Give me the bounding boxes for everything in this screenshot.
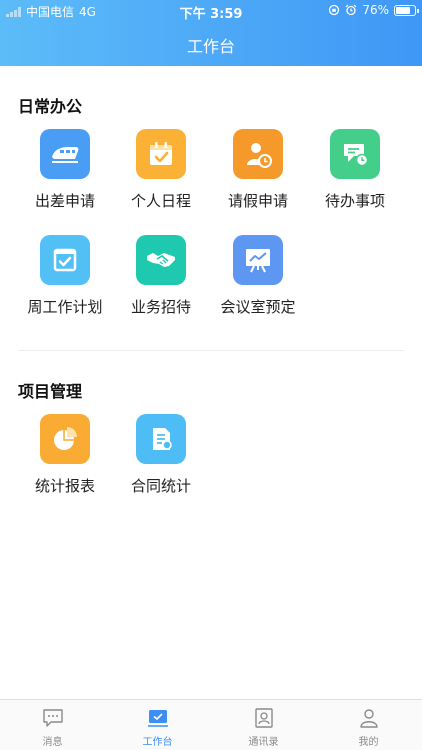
grid-item-label: 业务招待 — [130, 298, 191, 316]
handshake-icon — [136, 235, 186, 285]
profile-icon — [357, 707, 381, 729]
alarm-icon — [345, 4, 357, 16]
note-clock-icon — [330, 129, 380, 179]
check-box-icon — [40, 235, 90, 285]
tab-label: 我的 — [358, 737, 379, 748]
message-icon — [41, 707, 65, 729]
grid-item-personal-schedule[interactable]: 个人日程 — [111, 129, 211, 219]
tab-contacts[interactable]: 通讯录 — [211, 700, 316, 750]
person-clock-icon — [233, 129, 283, 179]
grid-item-business-trip[interactable]: 出差申请 — [15, 129, 115, 219]
battery-percent: 76% — [362, 3, 389, 17]
grid-item-label: 周工作计划 — [27, 298, 103, 316]
calendar-check-icon — [136, 129, 186, 179]
section-title-project-management: 项目管理 — [18, 382, 83, 401]
pie-chart-icon — [40, 414, 90, 464]
grid-item-weekly-plan[interactable]: 周工作计划 — [15, 235, 115, 325]
page-title: 工作台 — [186, 37, 235, 56]
presentation-board-icon — [233, 235, 283, 285]
workbench-icon — [146, 707, 170, 729]
orientation-lock-icon — [329, 4, 340, 16]
document-icon — [136, 414, 186, 464]
grid-item-leave-request[interactable]: 请假申请 — [208, 129, 308, 219]
battery-icon — [394, 4, 419, 16]
tab-messages[interactable]: 消息 — [0, 700, 105, 750]
grid-item-business-reception[interactable]: 业务招待 — [111, 235, 211, 325]
tab-label: 消息 — [42, 737, 63, 748]
section-divider — [18, 350, 404, 351]
grid-item-label: 请假申请 — [227, 192, 288, 210]
tab-label: 工作台 — [142, 737, 173, 748]
section-title-daily-office: 日常办公 — [18, 97, 83, 116]
grid-item-todo[interactable]: 待办事项 — [305, 129, 405, 219]
grid-item-label: 个人日程 — [130, 192, 191, 210]
contacts-icon — [252, 707, 276, 729]
grid-item-contract-statistics[interactable]: 合同统计 — [111, 414, 211, 504]
train-icon — [40, 129, 90, 179]
grid-item-label: 会议室预定 — [220, 298, 296, 316]
grid-item-statistics-report[interactable]: 统计报表 — [15, 414, 115, 504]
grid-item-meeting-room[interactable]: 会议室预定 — [208, 235, 308, 325]
tab-profile[interactable]: 我的 — [316, 700, 421, 750]
grid-item-label: 出差申请 — [34, 192, 95, 210]
bottom-tab-bar: 消息 工作台 通讯录 我的 — [0, 699, 422, 750]
tab-label: 通讯录 — [248, 737, 279, 748]
grid-item-label: 统计报表 — [34, 477, 95, 495]
grid-item-label: 合同统计 — [130, 477, 191, 495]
status-bar: 中国电信 4G 下午 3:59 76% — [0, 0, 422, 22]
tab-workbench[interactable]: 工作台 — [105, 700, 210, 750]
grid-item-label: 待办事项 — [324, 192, 385, 210]
app-header: 中国电信 4G 下午 3:59 76% 工作台 — [0, 0, 422, 66]
